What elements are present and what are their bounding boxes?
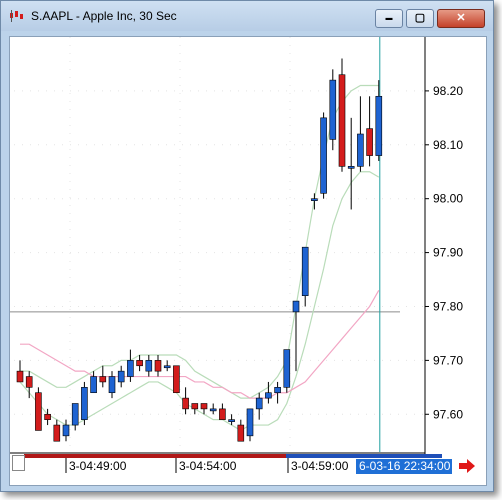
candle-body: [219, 408, 226, 420]
candle-body: [16, 370, 24, 383]
chart-corner-box[interactable]: [12, 455, 25, 471]
candle-body: [274, 387, 281, 394]
window-title: S.AAPL - Apple Inc, 30 Sec: [31, 9, 177, 23]
candle-body: [173, 365, 180, 394]
candle-body: [246, 408, 254, 437]
restore-icon: ▢: [414, 12, 426, 24]
x-tick-label: 3-04:59:00: [291, 459, 349, 473]
candle-body: [127, 360, 134, 377]
candle-body: [237, 424, 245, 442]
moving-average-line: [20, 290, 380, 399]
y-tick-label: 98.20: [433, 84, 463, 98]
candle-body: [25, 376, 33, 388]
candle-body: [154, 360, 162, 372]
candle-body: [136, 360, 143, 367]
candle-body: [283, 349, 291, 388]
candle-body: [292, 300, 300, 313]
time-strip-blue: [286, 454, 442, 458]
candle-body: [62, 424, 70, 437]
candle-body: [228, 419, 235, 422]
candle-body: [44, 413, 51, 420]
title-bar[interactable]: S.AAPL - Apple Inc, 30 Sec ▬ ▢ ✕: [1, 1, 493, 31]
x-tick-label: 3-04:49:00: [69, 459, 127, 473]
candle-body: [265, 392, 272, 399]
candle-body: [329, 79, 337, 140]
candle-body: [163, 365, 171, 369]
candle-body: [99, 376, 107, 383]
candle-body: [255, 397, 263, 410]
y-tick-label: 98.00: [433, 192, 463, 206]
chart-window: S.AAPL - Apple Inc, 30 Sec ▬ ▢ ✕ 98.20 98…: [0, 0, 494, 492]
candle-body: [71, 403, 79, 426]
candle-body: [311, 198, 318, 201]
close-button[interactable]: ✕: [437, 9, 485, 28]
candle-body: [347, 166, 355, 169]
restore-button[interactable]: ▢: [406, 9, 434, 28]
y-tick-label: 97.80: [433, 299, 463, 313]
candle-body: [182, 397, 189, 410]
minimize-button[interactable]: ▬: [375, 9, 403, 28]
candle-body: [209, 408, 217, 412]
candle-body: [117, 370, 125, 383]
minimize-icon: ▬: [385, 15, 393, 22]
lower-band-line: [19, 171, 380, 432]
candle-body: [357, 133, 364, 167]
candle-body: [301, 246, 309, 297]
candle-body: [145, 360, 153, 372]
y-tick-label: 98.10: [433, 138, 463, 152]
close-icon: ✕: [456, 12, 466, 24]
x-tick-label: 3-04:54:00: [179, 459, 237, 473]
candle-body: [81, 387, 88, 420]
y-tick-label: 97.60: [433, 407, 463, 421]
price-chart[interactable]: 98.20 98.10 98.00 97.90 97.80 97.70 97.60 3-04:…: [10, 37, 486, 485]
app-icon: [10, 10, 23, 22]
candle-body: [366, 128, 373, 156]
candle-body: [200, 403, 208, 410]
time-strip-red: [24, 454, 286, 458]
cursor-date-label: 6-03-16 22:34:00: [356, 459, 452, 474]
candle-body: [191, 403, 199, 410]
candle-body: [53, 424, 61, 442]
candle-body: [108, 376, 116, 394]
candle-body: [338, 74, 346, 167]
candle-body: [90, 376, 97, 394]
candle-body: [35, 392, 42, 431]
y-tick-label: 97.70: [433, 353, 463, 367]
y-tick-label: 97.90: [433, 246, 463, 260]
candle-body: [320, 117, 327, 194]
chart-area[interactable]: 98.20 98.10 98.00 97.90 97.80 97.70 97.60 3-04:…: [9, 36, 487, 486]
scroll-right-arrow-icon[interactable]: [457, 457, 477, 475]
candle-body: [375, 95, 383, 156]
